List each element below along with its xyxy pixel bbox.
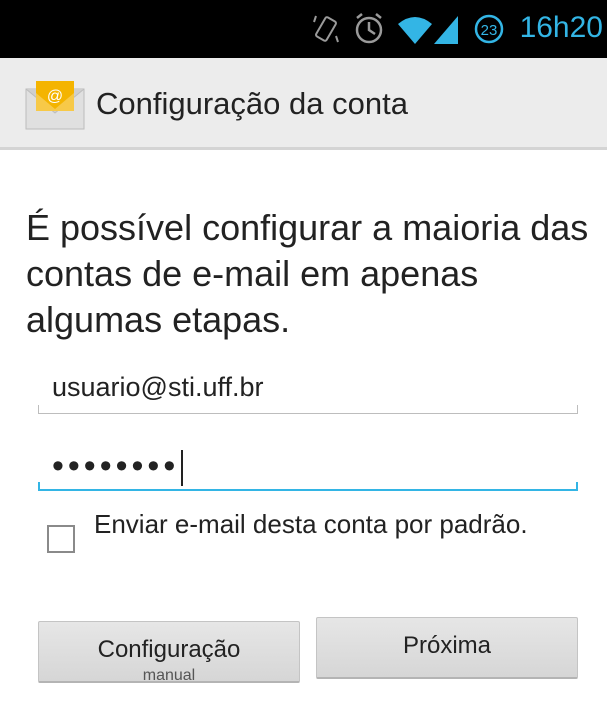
page-title: Configuração da conta <box>96 86 408 121</box>
email-field[interactable]: usuario@sti.uff.br <box>38 366 578 414</box>
manual-setup-label: Configuração <box>97 636 241 663</box>
password-value: •••••••• <box>52 447 184 487</box>
password-field-underline <box>38 482 578 491</box>
next-button[interactable]: Próxima <box>316 617 578 679</box>
default-account-label[interactable]: Enviar e-mail desta conta por padrão. <box>94 509 554 540</box>
manual-setup-button[interactable]: Configuração manual <box>38 621 300 683</box>
email-value: usuario@sti.uff.br <box>52 372 264 402</box>
password-field[interactable]: •••••••• <box>38 443 578 491</box>
vibrate-icon <box>313 15 339 43</box>
manual-setup-sublabel: manual <box>142 667 196 683</box>
password-mask: •••••••• <box>52 447 180 485</box>
email-field-underline <box>38 405 578 414</box>
alarm-icon <box>355 13 383 44</box>
svg-text:23: 23 <box>481 22 498 39</box>
action-bar: @ Configuração da conta <box>0 58 607 150</box>
default-account-checkbox[interactable] <box>47 525 75 553</box>
cell-signal-icon <box>434 16 458 44</box>
status-bar: 23 16h20 <box>0 0 607 58</box>
setup-instructions: É possível configurar a maioria das cont… <box>26 207 589 340</box>
email-envelope-icon[interactable]: @ <box>24 79 86 131</box>
clock: 16h20 <box>519 11 603 44</box>
badge-icon: 23 <box>474 14 504 44</box>
svg-text:@: @ <box>47 88 63 105</box>
wifi-icon <box>398 17 432 44</box>
text-cursor <box>181 450 184 487</box>
